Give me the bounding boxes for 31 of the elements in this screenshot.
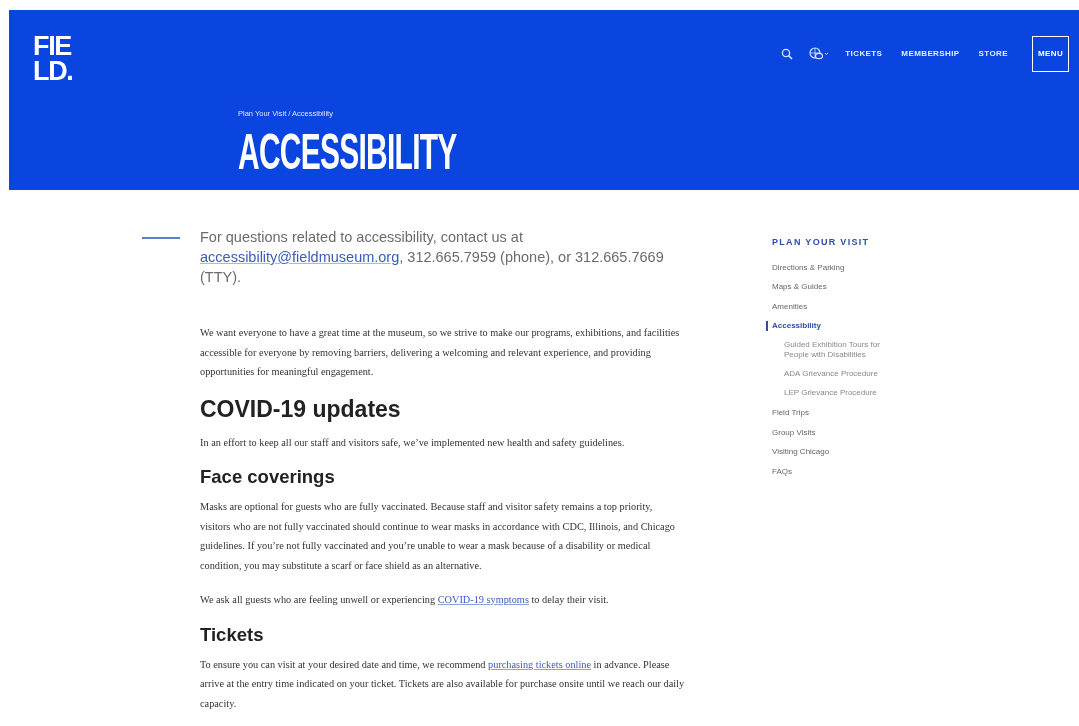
subsection-heading: Face coverings [200,465,336,489]
sidebar-subitem[interactable]: Guided Exhibition Tours for People with Disabilities [784,339,884,361]
sidebar-item[interactable]: Field Trips [772,407,892,419]
sidebar-item[interactable]: Group Visits [772,426,892,439]
body-paragraph: We ask all guests who are feeling unwell or experiencing COVID-19 symptoms to delay their visit. [200,593,610,607]
body-paragraph: In an effort to keep all our staff and visitors safe, we’ve implemented new health and safety guidelines. [200,435,626,450]
sidebar-item[interactable]: Directions & Parking [772,261,892,274]
nav-link[interactable]: STORE [978,48,1008,60]
logo[interactable]: FIE LD. [33,34,73,84]
section-heading: COVID-19 updates [200,394,402,423]
sidebar-item[interactable]: Visiting Chicago [772,446,892,458]
sidebar-item[interactable]: Accessibility [772,320,892,332]
body-paragraph: To ensure you can visit at your desired date and time, we recommend purchasing tickets online in advance. Please arrive at the entry time indicated on your ticket. Tickets are also available for purchase onsite until we reach our daily capacity. [200,657,685,711]
body-paragraph: We want everyone to have a great time at the museum, so we strive to make our programs, exhibitions, and facilities accessible for everyone by removing barriers, delivering a welcoming and relevant experience, and providing opportunities for meaningful engagement. [200,326,681,379]
sidebar-heading: PLAN YOUR VISIT [772,236,871,249]
body-paragraph: Masks are optional for guests who are fully vaccinated. Because staff and visitor safety remains a top priority, visitors who are not fully vaccinated should continue to wear masks in accordance with CDC, Illinois, and Chicago guidelines. If you’re not fully vaccinated and you’re unable to wear a mask because of a disability or medical condition, you may substitute a scarf or face shield as an alternative. [200,500,676,573]
text-link[interactable]: purchasing tickets online [488,658,592,670]
sidebar-subitem[interactable]: LEP Grievance Procedure [784,388,884,399]
search-icon[interactable] [781,48,794,60]
sidebar-item[interactable]: Amenities [772,300,892,313]
language-icon[interactable] [809,47,830,61]
sidebar-item[interactable]: Maps & Guides [772,281,892,293]
sidebar-subitem[interactable]: ADA Grievance Procedure [784,369,884,380]
nav-link[interactable]: MEMBERSHIP [901,48,960,60]
page-title: ACCESSIBILITY [238,129,458,176]
menu-button[interactable]: MENU [1032,36,1069,72]
text-link[interactable]: COVID-19 symptoms [437,594,529,605]
nav-link[interactable]: TICKETS [845,48,883,60]
sidebar-item[interactable]: FAQs [772,465,892,478]
intro-text: For questions related to accessibility, contact us at accessibility@fieldmuseum.org, 312.665.7959 (phone), or 312.665.7669 (TTY). [200,228,665,287]
subsection-heading: Tickets [200,622,265,647]
